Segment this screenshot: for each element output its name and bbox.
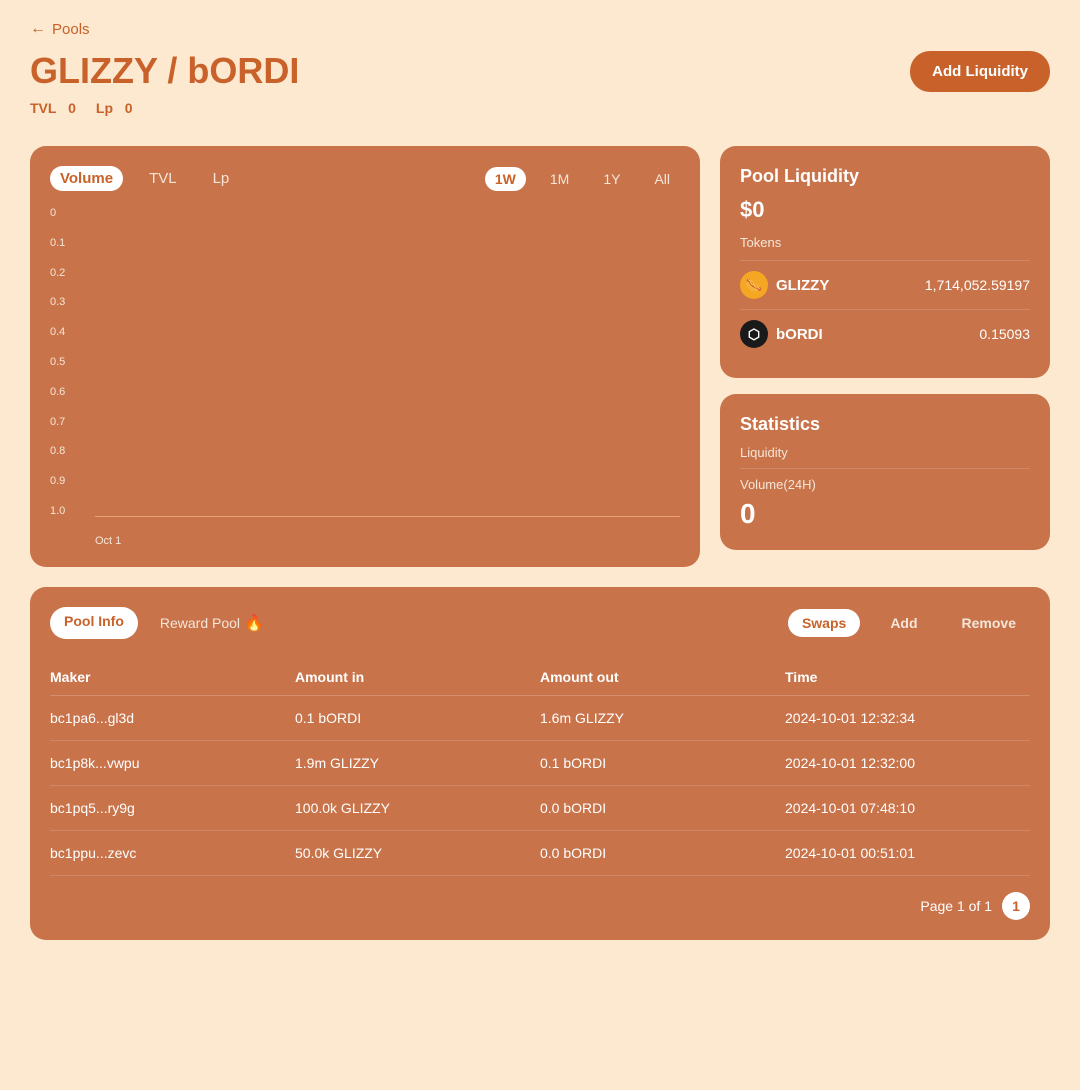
chart-plot bbox=[95, 207, 680, 517]
chart-tab-lp[interactable]: Lp bbox=[203, 166, 240, 191]
time-tab-1m[interactable]: 1M bbox=[540, 167, 579, 191]
row3-amount-in: 100.0k GLIZZY bbox=[295, 800, 540, 816]
chart-tab-tvl[interactable]: TVL bbox=[139, 166, 187, 191]
header-row: GLIZZY / bORDI Add Liquidity bbox=[30, 50, 1050, 92]
bottom-tab-left: Pool Info Reward Pool 🔥 bbox=[50, 607, 788, 639]
col-amount-in: Amount in bbox=[295, 669, 540, 685]
lp-label: Lp bbox=[96, 100, 113, 116]
pool-info-tab[interactable]: Pool Info bbox=[50, 607, 138, 639]
y-label-0: 0 bbox=[50, 207, 90, 219]
glizzy-icon: 🌭 bbox=[740, 271, 768, 299]
table-row: bc1ppu...zevc 50.0k GLIZZY 0.0 bORDI 202… bbox=[50, 831, 1030, 876]
row1-amount-in: 0.1 bORDI bbox=[295, 710, 540, 726]
stat-divider bbox=[740, 468, 1030, 469]
pool-liquidity-title: Pool Liquidity bbox=[740, 166, 1030, 187]
chart-area: 1.0 0.9 0.8 0.7 0.6 0.5 0.4 0.3 0.2 0.1 … bbox=[50, 207, 680, 547]
statistics-title: Statistics bbox=[740, 414, 1030, 435]
chart-x-label: Oct 1 bbox=[95, 535, 121, 547]
time-tab-1y[interactable]: 1Y bbox=[593, 167, 630, 191]
time-tabs: 1W 1M 1Y All bbox=[485, 167, 680, 191]
token-row-glizzy: 🌭 GLIZZY 1,714,052.59197 bbox=[740, 260, 1030, 309]
y-label-06: 0.6 bbox=[50, 386, 90, 398]
time-tab-1w[interactable]: 1W bbox=[485, 167, 526, 191]
y-label-02: 0.2 bbox=[50, 267, 90, 279]
row4-amount-in: 50.0k GLIZZY bbox=[295, 845, 540, 861]
row1-time: 2024-10-01 12:32:34 bbox=[785, 710, 1030, 726]
lp-value: 0 bbox=[125, 100, 133, 116]
tvl-value: 0 bbox=[68, 100, 76, 116]
volume-label: Volume(24H) bbox=[740, 477, 1030, 492]
page-number[interactable]: 1 bbox=[1002, 892, 1030, 920]
row3-time: 2024-10-01 07:48:10 bbox=[785, 800, 1030, 816]
row4-amount-out: 0.0 bORDI bbox=[540, 845, 785, 861]
tvl-row: TVL 0 Lp 0 bbox=[30, 100, 1050, 116]
add-tab[interactable]: Add bbox=[876, 609, 931, 637]
col-amount-out: Amount out bbox=[540, 669, 785, 685]
pagination-row: Page 1 of 1 1 bbox=[50, 892, 1030, 920]
statistics-card: Statistics Liquidity Volume(24H) 0 bbox=[720, 394, 1050, 550]
token-info-bordi: ⬡ bORDI bbox=[740, 320, 823, 348]
y-label-03: 0.3 bbox=[50, 296, 90, 308]
y-label-01: 0.1 bbox=[50, 237, 90, 249]
tvl-label: TVL bbox=[30, 100, 56, 116]
back-label: Pools bbox=[52, 21, 90, 38]
chart-tab-volume[interactable]: Volume bbox=[50, 166, 123, 191]
back-arrow-icon: ← bbox=[30, 20, 46, 38]
page-info: Page 1 of 1 bbox=[920, 898, 992, 914]
remove-tab[interactable]: Remove bbox=[948, 609, 1030, 637]
bordi-icon: ⬡ bbox=[740, 320, 768, 348]
fire-icon: 🔥 bbox=[244, 613, 264, 633]
row3-amount-out: 0.0 bORDI bbox=[540, 800, 785, 816]
pool-title: GLIZZY / bORDI bbox=[30, 50, 299, 92]
tvl-item: TVL 0 bbox=[30, 100, 76, 116]
chart-tabs: Volume TVL Lp 1W 1M 1Y All bbox=[50, 166, 680, 191]
volume-value: 0 bbox=[740, 498, 1030, 530]
row4-maker: bc1ppu...zevc bbox=[50, 845, 295, 861]
back-nav[interactable]: ← Pools bbox=[30, 20, 90, 38]
token-info-glizzy: 🌭 GLIZZY bbox=[740, 271, 829, 299]
chart-card: Volume TVL Lp 1W 1M 1Y All 1.0 0.9 0.8 0… bbox=[30, 146, 700, 567]
bottom-tab-right: Swaps Add Remove bbox=[788, 609, 1030, 637]
pool-liquidity-value: $0 bbox=[740, 197, 1030, 223]
tokens-label: Tokens bbox=[740, 235, 1030, 250]
reward-pool-tab[interactable]: Reward Pool 🔥 bbox=[146, 607, 278, 639]
row4-time: 2024-10-01 00:51:01 bbox=[785, 845, 1030, 861]
row2-amount-out: 0.1 bORDI bbox=[540, 755, 785, 771]
bottom-tabs: Pool Info Reward Pool 🔥 Swaps Add Remove bbox=[50, 607, 1030, 639]
row2-maker: bc1p8k...vwpu bbox=[50, 755, 295, 771]
bordi-amount: 0.15093 bbox=[979, 326, 1030, 342]
y-label-05: 0.5 bbox=[50, 356, 90, 368]
y-label-08: 0.8 bbox=[50, 445, 90, 457]
pool-liquidity-card: Pool Liquidity $0 Tokens 🌭 GLIZZY 1,714,… bbox=[720, 146, 1050, 378]
row1-maker: bc1pa6...gl3d bbox=[50, 710, 295, 726]
main-grid: Volume TVL Lp 1W 1M 1Y All 1.0 0.9 0.8 0… bbox=[30, 146, 1050, 567]
table-row: bc1pq5...ry9g 100.0k GLIZZY 0.0 bORDI 20… bbox=[50, 786, 1030, 831]
table-row: bc1pa6...gl3d 0.1 bORDI 1.6m GLIZZY 2024… bbox=[50, 696, 1030, 741]
swaps-tab[interactable]: Swaps bbox=[788, 609, 860, 637]
row1-amount-out: 1.6m GLIZZY bbox=[540, 710, 785, 726]
glizzy-name: GLIZZY bbox=[776, 277, 829, 294]
bottom-card: Pool Info Reward Pool 🔥 Swaps Add Remove… bbox=[30, 587, 1050, 940]
y-label-10: 1.0 bbox=[50, 505, 90, 517]
add-liquidity-button[interactable]: Add Liquidity bbox=[910, 51, 1050, 92]
time-tab-all[interactable]: All bbox=[644, 167, 680, 191]
token-row-bordi: ⬡ bORDI 0.15093 bbox=[740, 309, 1030, 358]
row2-amount-in: 1.9m GLIZZY bbox=[295, 755, 540, 771]
right-panel: Pool Liquidity $0 Tokens 🌭 GLIZZY 1,714,… bbox=[720, 146, 1050, 567]
table-header: Maker Amount in Amount out Time bbox=[50, 659, 1030, 696]
glizzy-amount: 1,714,052.59197 bbox=[925, 277, 1030, 293]
table-row: bc1p8k...vwpu 1.9m GLIZZY 0.1 bORDI 2024… bbox=[50, 741, 1030, 786]
y-label-07: 0.7 bbox=[50, 416, 90, 428]
bordi-name: bORDI bbox=[776, 326, 823, 343]
col-time: Time bbox=[785, 669, 1030, 685]
lp-item: Lp 0 bbox=[96, 100, 133, 116]
chart-y-axis: 1.0 0.9 0.8 0.7 0.6 0.5 0.4 0.3 0.2 0.1 … bbox=[50, 207, 90, 517]
row2-time: 2024-10-01 12:32:00 bbox=[785, 755, 1030, 771]
y-label-04: 0.4 bbox=[50, 326, 90, 338]
reward-pool-label: Reward Pool bbox=[160, 615, 240, 631]
liquidity-label: Liquidity bbox=[740, 445, 1030, 460]
col-maker: Maker bbox=[50, 669, 295, 685]
y-label-09: 0.9 bbox=[50, 475, 90, 487]
row3-maker: bc1pq5...ry9g bbox=[50, 800, 295, 816]
